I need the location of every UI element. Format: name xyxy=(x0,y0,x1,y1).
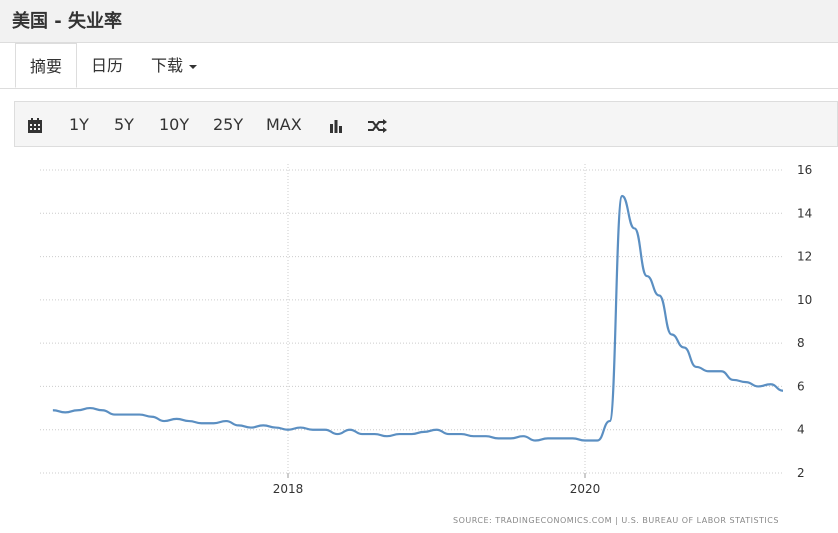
range-10y-button[interactable]: 10Y xyxy=(159,102,189,148)
tab-calendar-label: 日历 xyxy=(91,56,123,75)
tab-summary-label: 摘要 xyxy=(30,57,62,76)
unemployment-chart: 2 4 6 8 10 12 14 16 2018 2020 xyxy=(0,148,838,529)
chart-area: 2 4 6 8 10 12 14 16 2018 2020 xyxy=(0,148,838,529)
range-1y-button[interactable]: 1Y xyxy=(69,102,89,148)
tab-summary[interactable]: 摘要 xyxy=(15,43,77,88)
tab-bar: 摘要 日历 下载 xyxy=(0,43,838,89)
calendar-icon[interactable] xyxy=(27,102,43,148)
source-credit: SOURCE: TRADINGECONOMICS.COM | U.S. BURE… xyxy=(453,516,779,525)
chart-toolbar: 1Y 5Y 10Y 25Y MAX xyxy=(14,101,838,147)
tab-calendar[interactable]: 日历 xyxy=(91,43,123,88)
x-tick-label: 2018 xyxy=(273,482,304,496)
y-tick-label: 16 xyxy=(797,163,812,177)
tab-download-label: 下载 xyxy=(151,56,183,75)
y-tick-label: 4 xyxy=(797,423,805,437)
series-line xyxy=(53,196,783,441)
x-tick-label: 2020 xyxy=(570,482,601,496)
y-tick-label: 14 xyxy=(797,206,812,220)
tab-download[interactable]: 下载 xyxy=(151,43,197,88)
y-tick-label: 2 xyxy=(797,466,805,480)
range-max-button[interactable]: MAX xyxy=(266,102,302,148)
shuffle-icon[interactable] xyxy=(367,102,387,148)
chevron-down-icon xyxy=(189,65,197,69)
title-bar: 美国 - 失业率 xyxy=(0,0,838,43)
y-tick-label: 8 xyxy=(797,336,805,350)
y-tick-label: 6 xyxy=(797,379,805,393)
bar-chart-icon[interactable] xyxy=(328,102,344,148)
page-title: 美国 - 失业率 xyxy=(12,7,122,33)
range-5y-button[interactable]: 5Y xyxy=(114,102,134,148)
range-25y-button[interactable]: 25Y xyxy=(213,102,243,148)
y-tick-label: 10 xyxy=(797,293,812,307)
y-tick-label: 12 xyxy=(797,250,812,264)
